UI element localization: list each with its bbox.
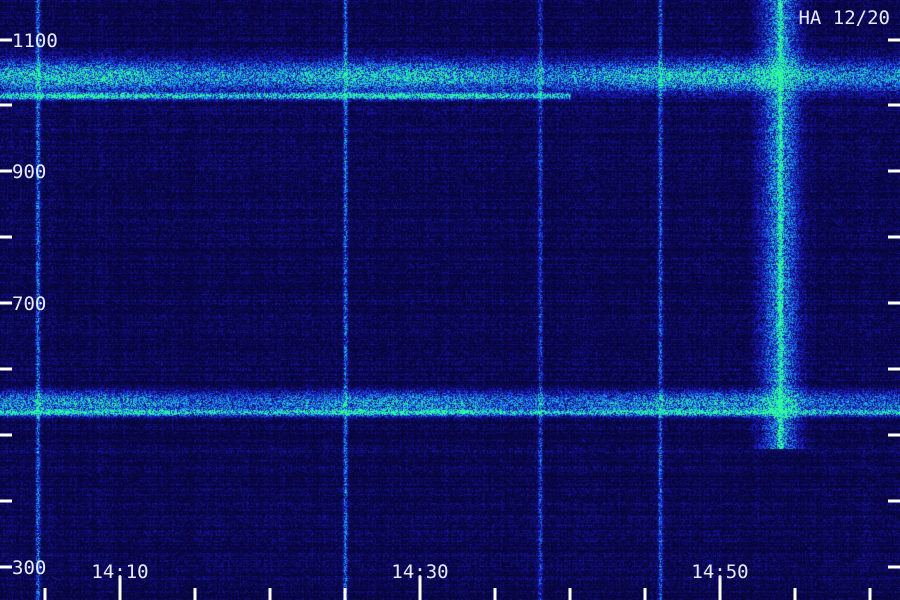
y-tick-label: 700	[12, 293, 46, 315]
y-tick-label: 1100	[12, 30, 58, 52]
x-tick-label: 14:50	[691, 561, 748, 583]
x-tick-label: 14:30	[391, 561, 448, 583]
x-tick-label: 14:10	[91, 561, 148, 583]
y-tick-label: 900	[12, 161, 46, 183]
corner-label: HA 12/20	[798, 7, 890, 29]
chart-axes-overlay: 300 700 900 1100 14:10 14:30 14:50 HA 12/20	[0, 7, 900, 600]
spectrogram-chart: 300 700 900 1100 14:10 14:30 14:50 HA 12/20	[0, 0, 900, 600]
y-tick-label: 300	[12, 557, 46, 579]
